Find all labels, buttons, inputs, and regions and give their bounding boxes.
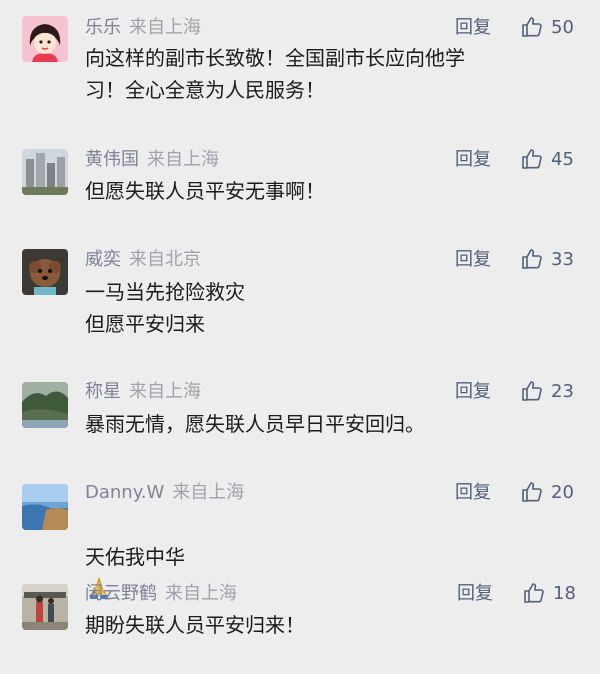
reply-button[interactable]: 回复 <box>455 249 491 271</box>
thumbs-up-icon[interactable] <box>520 480 544 504</box>
like-count: 18 <box>553 583 576 604</box>
people-photo-avatar <box>22 584 68 630</box>
location-label: 来自上海 <box>129 17 201 38</box>
comment-text-body: 天佑我中华 <box>85 545 185 569</box>
comment-item: 闲云野鹤 来自上海 回复 18 期盼失联人员平安归来！ <box>0 580 600 674</box>
landscape-photo-avatar <box>22 382 68 428</box>
reply-button[interactable]: 回复 <box>455 381 491 403</box>
location-label: 来自北京 <box>129 249 201 270</box>
like-count: 50 <box>551 17 574 38</box>
thumbs-up-icon[interactable] <box>520 247 544 271</box>
avatar[interactable] <box>22 149 68 195</box>
location-label: 来自上海 <box>147 149 219 170</box>
reply-button[interactable]: 回复 <box>455 149 491 171</box>
location-label: 来自上海 <box>172 482 245 503</box>
avatar[interactable] <box>22 249 68 295</box>
comment-text: 一马当先抢险救灾 但愿平安归来 <box>85 280 245 336</box>
thumbs-up-icon[interactable] <box>522 581 546 605</box>
buildings-photo-avatar <box>22 149 68 195</box>
comment-item: 称星 来自上海 回复 23 暴雨无情，愿失联人员早日平安回归。 <box>0 375 600 480</box>
comment-text: 向这样的副市长致敬！全国副市长应向他学 习！全心全意为人民服务！ <box>85 46 465 102</box>
reply-button[interactable]: 回复 <box>455 482 491 504</box>
cartoon-girl-avatar <box>22 16 68 62</box>
like-count: 20 <box>551 482 574 503</box>
thumbs-up-icon[interactable] <box>520 15 544 39</box>
commenter-name[interactable]: Danny.W 来自上海 <box>85 482 244 504</box>
avatar[interactable] <box>22 584 68 630</box>
dog-photo-avatar <box>22 249 68 295</box>
comment-text: 但愿失联人员平安无事啊！ <box>85 179 325 203</box>
thumbs-up-icon[interactable] <box>520 379 544 403</box>
commenter-name[interactable]: 黄伟国 来自上海 <box>85 149 219 171</box>
comment-item: Danny.W 来自上海 回复 20 天佑我中华 <box>0 480 600 599</box>
comment-text: 期盼失联人员平安归来！ <box>85 613 305 637</box>
location-label: 来自上海 <box>129 381 201 402</box>
avatar[interactable] <box>22 484 68 530</box>
comment-text: 暴雨无情，愿失联人员早日平安回归。 <box>85 412 425 436</box>
comment-item: 威奕 来自北京 回复 33 一马当先抢险救灾 但愿平安归来 <box>0 240 600 375</box>
coast-photo-avatar <box>22 484 68 530</box>
commenter-name[interactable]: 乐乐 来自上海 <box>85 17 201 39</box>
comment-item: 乐乐 来自上海 回复 50 向这样的副市长致敬！全国副市长应向他学 习！全心全意为… <box>0 0 600 140</box>
comment-item: 黄伟国 来自上海 回复 45 但愿失联人员平安无事啊！ <box>0 140 600 240</box>
avatar[interactable] <box>22 16 68 62</box>
reply-button[interactable]: 回复 <box>455 17 491 39</box>
reply-button[interactable]: 回复 <box>457 583 493 605</box>
commenter-name[interactable]: 威奕 来自北京 <box>85 249 201 271</box>
avatar[interactable] <box>22 382 68 428</box>
commenter-name[interactable]: 闲云野鹤 来自上海 <box>85 583 237 605</box>
like-count: 33 <box>551 249 574 270</box>
commenter-name[interactable]: 称星 来自上海 <box>85 381 201 403</box>
thumbs-up-icon[interactable] <box>520 147 544 171</box>
location-label: 来自上海 <box>165 583 237 604</box>
like-count: 23 <box>551 381 574 402</box>
like-count: 45 <box>551 149 574 170</box>
